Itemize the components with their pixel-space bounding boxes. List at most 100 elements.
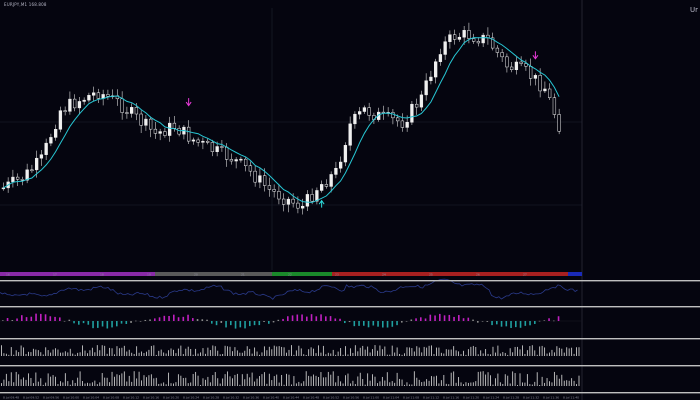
panel-separator[interactable]	[0, 392, 700, 394]
candle[interactable]	[196, 137, 200, 147]
volume-panel-1[interactable]	[1, 345, 580, 356]
candle[interactable]	[248, 161, 253, 177]
candle[interactable]	[348, 116, 352, 151]
candle[interactable]	[557, 108, 561, 135]
candle[interactable]	[267, 177, 272, 197]
candle[interactable]	[130, 103, 134, 118]
arrow-down-icon[interactable]	[185, 98, 192, 107]
candle[interactable]	[139, 110, 143, 134]
candle[interactable]	[1, 182, 6, 191]
candle[interactable]	[434, 58, 438, 84]
signal-arrows[interactable]	[185, 51, 539, 208]
candle[interactable]	[101, 89, 105, 106]
candle[interactable]	[495, 45, 500, 58]
candle[interactable]	[486, 27, 490, 45]
candle[interactable]	[476, 37, 481, 47]
candle[interactable]	[77, 97, 82, 115]
candle[interactable]	[96, 88, 101, 104]
candle[interactable]	[44, 138, 48, 160]
candle[interactable]	[448, 30, 452, 49]
candle[interactable]	[443, 36, 447, 60]
candle[interactable]	[153, 121, 158, 139]
candle[interactable]	[201, 137, 205, 150]
candle[interactable]	[419, 90, 424, 112]
volume-panel-2[interactable]	[1, 371, 580, 386]
candle[interactable]	[500, 49, 504, 62]
candle[interactable]	[343, 142, 348, 167]
panel-separator[interactable]	[0, 280, 700, 282]
candle[interactable]	[125, 106, 129, 119]
price-candles[interactable]	[1, 22, 561, 215]
panel-separator[interactable]	[0, 365, 700, 367]
candle[interactable]	[149, 116, 153, 138]
candle[interactable]	[320, 180, 324, 193]
panel-separators[interactable]	[0, 280, 700, 394]
candle[interactable]	[234, 157, 238, 169]
trading-chart-window[interactable]: EURJPY,M1 168.808 Ur 16 17 18 19 20 21 22 23 24 2…	[0, 0, 700, 400]
candle[interactable]	[400, 113, 405, 132]
candle[interactable]	[339, 156, 343, 173]
candle[interactable]	[144, 114, 148, 131]
candle[interactable]	[253, 165, 257, 187]
candle[interactable]	[239, 156, 243, 163]
candle[interactable]	[529, 58, 533, 86]
candle[interactable]	[548, 83, 552, 101]
candle[interactable]	[191, 137, 196, 145]
candle[interactable]	[220, 139, 224, 152]
candle[interactable]	[457, 32, 462, 42]
candle[interactable]	[286, 196, 291, 213]
candle[interactable]	[258, 168, 262, 189]
candle[interactable]	[163, 127, 167, 138]
candle[interactable]	[491, 32, 495, 51]
candle[interactable]	[353, 111, 357, 129]
candle[interactable]	[315, 187, 319, 205]
candle[interactable]	[49, 133, 53, 147]
candle[interactable]	[438, 48, 443, 66]
candle[interactable]	[106, 89, 110, 100]
candle[interactable]	[158, 128, 162, 141]
candle[interactable]	[519, 56, 523, 67]
candle[interactable]	[334, 161, 338, 179]
candle[interactable]	[543, 81, 547, 94]
candle[interactable]	[210, 139, 215, 157]
candle[interactable]	[472, 33, 476, 44]
candle[interactable]	[367, 102, 371, 121]
candle[interactable]	[481, 32, 485, 48]
candle[interactable]	[277, 183, 281, 205]
oscillator-panel[interactable]	[0, 278, 578, 300]
candle[interactable]	[244, 156, 248, 172]
candle[interactable]	[324, 179, 329, 189]
candle[interactable]	[182, 125, 186, 140]
chart-area[interactable]: 16 17 18 19 20 21 22 23 24 25 26 27 8 Jul 09:48 8 Ju…	[0, 0, 700, 400]
candle[interactable]	[16, 173, 20, 186]
panel-separator[interactable]	[0, 338, 700, 340]
candle[interactable]	[30, 164, 34, 173]
candle[interactable]	[115, 89, 120, 106]
arrow-down-icon[interactable]	[532, 51, 539, 60]
candle[interactable]	[510, 62, 514, 73]
candle[interactable]	[552, 93, 557, 119]
histogram-panel[interactable]	[0, 313, 582, 329]
candle[interactable]	[168, 116, 172, 142]
candle[interactable]	[39, 150, 44, 166]
candle[interactable]	[429, 70, 433, 85]
candle[interactable]	[229, 153, 234, 165]
candle[interactable]	[533, 73, 538, 86]
candle[interactable]	[358, 107, 362, 120]
candle[interactable]	[11, 169, 15, 188]
candle[interactable]	[424, 73, 428, 101]
candle[interactable]	[272, 184, 276, 198]
candle[interactable]	[415, 98, 419, 115]
candle[interactable]	[410, 100, 414, 126]
candle[interactable]	[73, 94, 77, 112]
arrow-up-icon[interactable]	[318, 199, 325, 208]
candle[interactable]	[362, 105, 367, 114]
panel-separator[interactable]	[0, 306, 700, 308]
candle[interactable]	[120, 91, 124, 120]
candle[interactable]	[305, 190, 310, 212]
candle[interactable]	[68, 91, 72, 115]
candle[interactable]	[92, 86, 96, 102]
candle[interactable]	[453, 29, 457, 45]
candle[interactable]	[54, 124, 58, 141]
candle[interactable]	[524, 59, 528, 71]
